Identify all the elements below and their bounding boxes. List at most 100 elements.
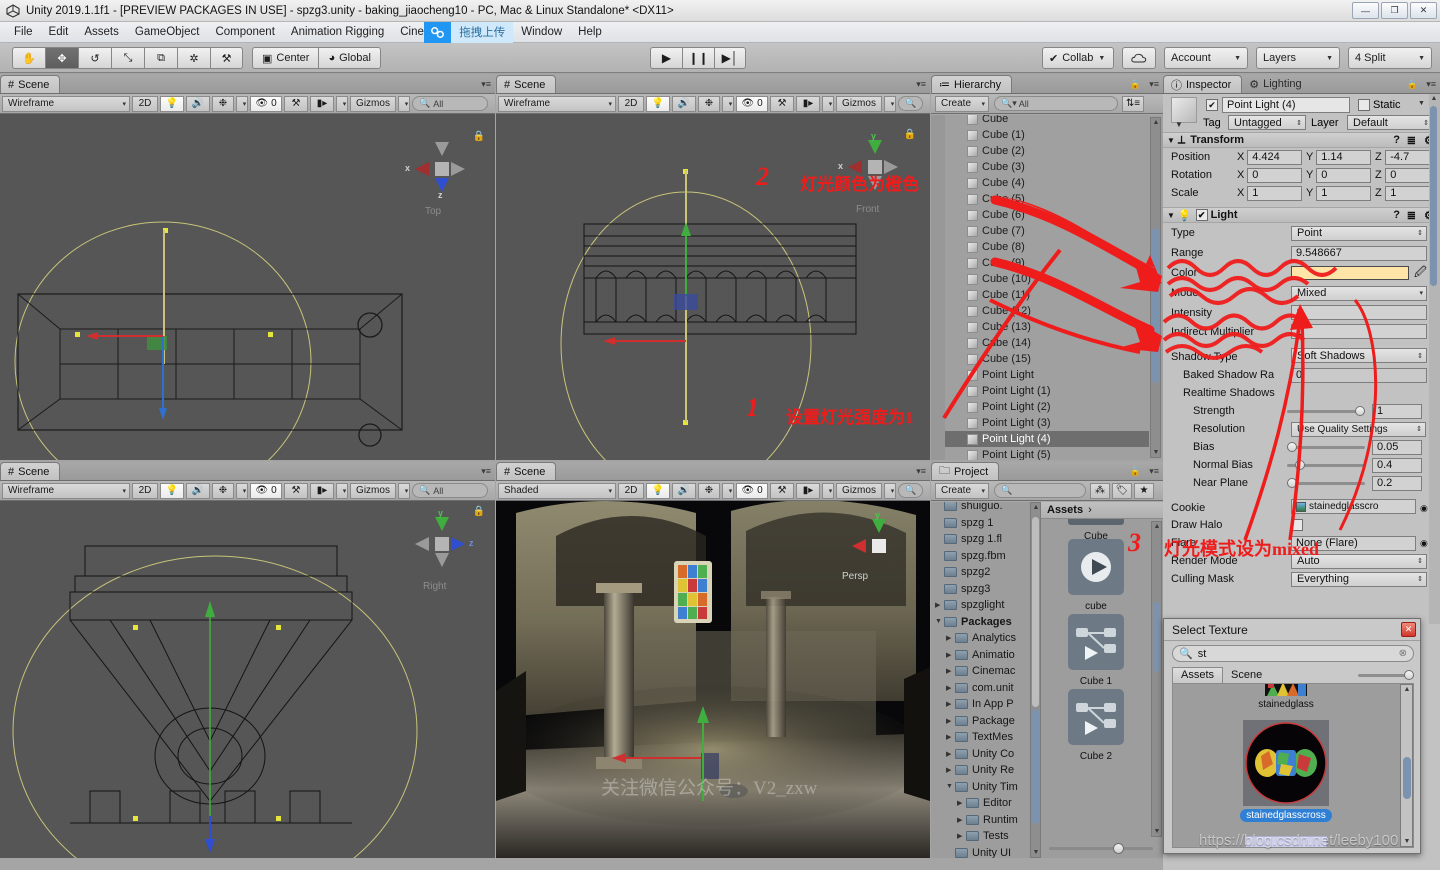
hierarchy-item[interactable]: Cube (15): [945, 351, 1149, 367]
hierarchy-item[interactable]: Cube (8): [945, 239, 1149, 255]
speaker-icon-persp[interactable]: 🔊: [672, 482, 696, 499]
assets-scroll-thumb[interactable]: [1153, 602, 1160, 672]
hand-tool[interactable]: ✋: [12, 47, 45, 69]
near-plane-slider-knob[interactable]: [1287, 477, 1297, 488]
hidden-objects-toggle-persp[interactable]: 👁 0: [736, 482, 768, 499]
light-bulb-icon-top[interactable]: 💡: [160, 95, 184, 112]
menu-gameobject[interactable]: GameObject: [127, 24, 208, 40]
hierarchy-scroll-thumb[interactable]: [1152, 228, 1159, 383]
inspector-scroll-thumb[interactable]: [1430, 106, 1437, 286]
axis-gizmo-right[interactable]: y z Right 🔒: [407, 506, 485, 592]
hierarchy-item[interactable]: Cube (14): [945, 335, 1149, 351]
asset-zoom-slider[interactable]: [1049, 843, 1153, 854]
shading-mode-dropdown-front[interactable]: Wireframe ▾: [498, 95, 616, 112]
gizmos-dropdown-persp[interactable]: ▾: [884, 482, 896, 499]
tab-scene-persp[interactable]: # Scene: [496, 462, 557, 480]
speaker-icon-front[interactable]: 🔊: [672, 95, 696, 112]
light-bulb-icon-front[interactable]: 💡: [646, 95, 670, 112]
panel-menu-icon[interactable]: ▾≡: [1149, 79, 1159, 90]
tag-dropdown[interactable]: Untagged ⇕: [1228, 115, 1306, 130]
project-tree-item[interactable]: ▶ Runtim: [931, 812, 1029, 829]
light-bulb-icon-persp[interactable]: 💡: [646, 482, 670, 499]
project-filter-type-icon[interactable]: ⁂: [1090, 482, 1110, 499]
project-tree[interactable]: shuiguo. spzg 1 spzg 1.fl spzg.fbm spzg2 spzg…: [931, 502, 1041, 858]
texture-list-scrollbar[interactable]: ▲ ▼: [1400, 684, 1413, 847]
minimize-button[interactable]: —: [1352, 2, 1379, 19]
hierarchy-item[interactable]: Point Light (4): [945, 431, 1149, 447]
hierarchy-item[interactable]: Cube (12): [945, 303, 1149, 319]
tab-scene-right[interactable]: # Scene: [0, 462, 61, 480]
axis-gizmo-front[interactable]: y x Front 🔒: [838, 129, 916, 215]
strength-input[interactable]: 1: [1372, 403, 1422, 419]
fx-dropdown-front[interactable]: ▾: [722, 95, 734, 112]
speaker-icon-right[interactable]: 🔊: [186, 482, 210, 499]
chevron-right-icon[interactable]: ▶: [957, 832, 966, 840]
gizmos-button-right[interactable]: Gizmos: [350, 482, 396, 499]
scroll-down-icon[interactable]: ▼: [1152, 449, 1160, 456]
scale-x-input[interactable]: 1: [1247, 185, 1302, 201]
hierarchy-item[interactable]: Cube (10): [945, 271, 1149, 287]
chevron-right-icon[interactable]: ▶: [957, 799, 966, 807]
menu-edit[interactable]: Edit: [41, 24, 77, 40]
foldout-icon[interactable]: ▼: [1167, 211, 1175, 220]
scene-viewport-front[interactable]: y x Front 🔒: [496, 114, 930, 460]
strength-slider[interactable]: [1287, 405, 1365, 416]
rect-tool[interactable]: ⧉: [144, 47, 177, 69]
camera-icon-front[interactable]: ▮▸: [796, 95, 820, 112]
project-tree-item[interactable]: Unity UI: [931, 845, 1029, 858]
project-tree-item[interactable]: ▶ Editor: [931, 795, 1029, 812]
scroll-down-icon[interactable]: ▼: [1403, 838, 1411, 845]
gizmos-dropdown-right[interactable]: ▾: [398, 482, 410, 499]
object-enabled-checkbox[interactable]: ✔: [1206, 99, 1218, 111]
culling-mask-dropdown[interactable]: Everything ⇕: [1291, 571, 1427, 587]
project-tree-scroll-thumb-2[interactable]: [1032, 709, 1039, 824]
resolution-dropdown[interactable]: Use Quality Settings ⇕: [1291, 421, 1426, 437]
scene-search-top[interactable]: 🔍 All: [412, 96, 488, 111]
hidden-objects-toggle-right[interactable]: 👁 0: [250, 482, 282, 499]
camera-icon-right[interactable]: ▮▸: [310, 482, 334, 499]
lock-icon-top[interactable]: 🔒: [473, 131, 485, 142]
project-tree-item[interactable]: ▶ com.unit: [931, 680, 1029, 697]
normal-bias-slider[interactable]: [1287, 459, 1365, 470]
menu-animation-rigging[interactable]: Animation Rigging: [283, 24, 392, 40]
hierarchy-scrollbar[interactable]: ▲ ▼: [1150, 117, 1161, 458]
bias-input[interactable]: 0.05: [1372, 439, 1422, 455]
project-assets[interactable]: Assets › Cube cube Cube 1 Cube 2 ▲ ▼: [1041, 502, 1163, 858]
chevron-right-icon[interactable]: ▶: [946, 700, 955, 708]
chevron-right-icon[interactable]: ▶: [935, 601, 944, 609]
hierarchy-item[interactable]: Cube (9): [945, 255, 1149, 271]
object-picker-icon[interactable]: ◉: [1420, 538, 1428, 549]
cloud-button[interactable]: [1122, 47, 1156, 69]
hierarchy-item[interactable]: Cube (13): [945, 319, 1149, 335]
fx-dropdown-persp[interactable]: ▾: [722, 482, 734, 499]
baked-shadow-radius-input[interactable]: 0: [1291, 367, 1427, 383]
gizmos-button-front[interactable]: Gizmos: [836, 95, 882, 112]
scene-search-front[interactable]: 🔍: [898, 96, 924, 111]
project-tree-item[interactable]: ▼ Unity Tim: [931, 779, 1029, 796]
hierarchy-item[interactable]: Point Light: [945, 367, 1149, 383]
asset-item[interactable]: Cube 2: [1041, 689, 1151, 762]
clear-icon[interactable]: ⊗: [1399, 648, 1407, 659]
project-tree-scroll-thumb[interactable]: [1032, 517, 1039, 707]
flare-object-field[interactable]: None (Flare): [1291, 535, 1416, 551]
project-label-icon[interactable]: 🏷: [1112, 482, 1132, 499]
texture-scroll-thumb[interactable]: [1403, 757, 1411, 799]
project-tree-item[interactable]: ▶ Tests: [931, 828, 1029, 845]
scale-tool[interactable]: ⤡: [111, 47, 144, 69]
draw-halo-checkbox[interactable]: [1291, 519, 1303, 531]
position-y-input[interactable]: 1.14: [1316, 149, 1371, 165]
chevron-right-icon[interactable]: ▶: [946, 684, 955, 692]
chevron-right-icon[interactable]: ▶: [946, 766, 955, 774]
object-name-input[interactable]: Point Light (4): [1222, 97, 1350, 113]
project-favorite-icon[interactable]: ★: [1134, 482, 1154, 499]
close-button[interactable]: ✕: [1410, 2, 1437, 19]
light-mode-dropdown[interactable]: Mixed ▾: [1291, 285, 1427, 301]
plugin-upload-label[interactable]: 拖拽上传: [451, 21, 514, 43]
project-tree-item[interactable]: ▶ TextMes: [931, 729, 1029, 746]
light-enabled-checkbox[interactable]: ✔: [1195, 209, 1208, 221]
chevron-right-icon[interactable]: ▶: [946, 667, 955, 675]
hierarchy-item[interactable]: Cube (5): [945, 191, 1149, 207]
collab-button[interactable]: ✔ Collab ▼: [1042, 47, 1114, 69]
toggle-2d-top[interactable]: 2D: [132, 95, 158, 112]
scroll-down-icon[interactable]: ▼: [1032, 849, 1040, 856]
